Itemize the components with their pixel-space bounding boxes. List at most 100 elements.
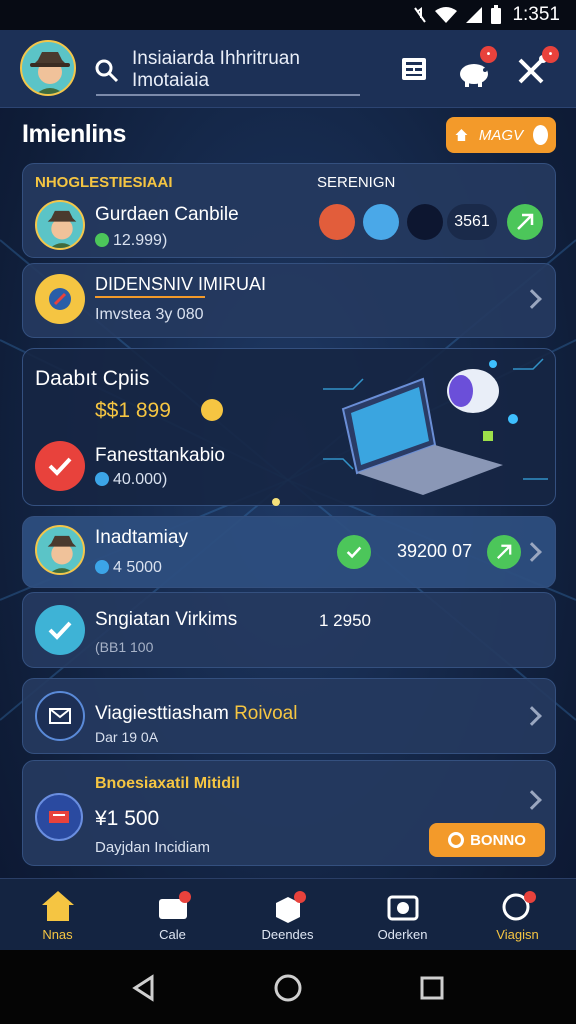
card-label: Bnoesiaxatil Mitidil: [95, 775, 240, 792]
list-item[interactable]: Inadtamiay 4 5000 39200 07: [22, 516, 556, 588]
promo-item-name: Fanesttankabio: [95, 445, 225, 466]
news-icon: [402, 58, 426, 80]
card-icon: [159, 891, 191, 919]
list-item[interactable]: Sngiatan Virkims 1 2950 (BB1 100: [22, 592, 556, 668]
search-input[interactable]: Insiaiarda Ihhritruan Imotaiaia: [92, 44, 362, 96]
promo-item-amount: 40.000): [113, 471, 168, 488]
coin-icon: [95, 472, 109, 486]
promo-title: Daabıt Cpiis: [35, 367, 150, 390]
bonus-icon: [448, 832, 465, 848]
app-header: Insiaiarda Ihhritruan Imotaiaia • •: [0, 30, 576, 108]
title-underline: [95, 296, 205, 298]
bonus-button[interactable]: BONNO: [429, 823, 545, 857]
carousel-dot[interactable]: [272, 498, 280, 506]
section-title: Imienlins: [22, 120, 126, 148]
home-icon: [42, 891, 74, 921]
search-text-line2: Imotaiaia: [132, 70, 210, 91]
list-item[interactable]: DIDENSNIV IMIRUAI Imvstea 3y 080: [22, 263, 556, 338]
nav-item-deendes[interactable]: Deendes: [230, 879, 345, 951]
card-label-right: SERENIGN: [317, 174, 396, 191]
mailbox-icon: [35, 793, 83, 841]
laptop-illustration: [323, 358, 548, 495]
user-amount: 4 5000: [113, 559, 162, 576]
bottom-nav: Nnas Cale Deendes Oderken Viagisn: [0, 878, 576, 950]
list-item[interactable]: Viagiesttiasham Roivoal Dar 19 0A: [22, 678, 556, 754]
nav-item-cale[interactable]: Cale: [115, 879, 230, 951]
status-bar: 1:351: [0, 0, 576, 30]
nav-label: Viagisn: [496, 927, 539, 942]
card-label-left: NHOGLESTIESIAAI: [35, 174, 173, 191]
new-button-label: MAGV: [478, 126, 524, 144]
count-badge: 3561: [447, 204, 497, 240]
bonus-amount: ¥1 500: [95, 807, 160, 830]
chevron-right-icon: [522, 706, 542, 726]
card-subtitle: Imvstea 3y 080: [95, 306, 204, 323]
piggy-bank-button[interactable]: •: [452, 46, 497, 92]
send-icon[interactable]: [507, 204, 543, 240]
coin-icon: [201, 399, 223, 421]
chevron-right-icon: [522, 289, 542, 309]
chat-icon: [502, 891, 536, 921]
back-icon[interactable]: [130, 974, 158, 1002]
check-icon: [35, 605, 85, 655]
nav-label: Oderken: [377, 927, 428, 942]
notification-badge: •: [542, 46, 559, 63]
nav-item-home[interactable]: Nnas: [0, 879, 115, 951]
search-text-line1: Insiaiarda Ihhritruan: [132, 48, 300, 69]
compass-icon: [35, 274, 85, 324]
nav-item-oderken[interactable]: Oderken: [345, 879, 460, 951]
card-title: Viagiesttiasham: [95, 703, 229, 724]
user-name: Inadtamiay: [95, 527, 188, 548]
user-name: Gurdaen Canbile: [95, 204, 239, 225]
featured-card[interactable]: NHOGLESTIESIAAI SERENIGN Gurdaen Canbile…: [22, 163, 556, 258]
battery-icon: [491, 5, 502, 24]
wifi-icon: [435, 7, 458, 23]
signal-icon: [466, 7, 483, 23]
avatar: [35, 200, 85, 250]
recents-icon[interactable]: [420, 976, 444, 1000]
status-time: 1:351: [512, 4, 560, 25]
check-icon[interactable]: [337, 535, 371, 569]
bonus-subtitle: Dayjdan Incidiam: [95, 839, 211, 856]
user-amount: 12.999): [113, 232, 168, 249]
mail-icon: [35, 691, 85, 741]
news-button[interactable]: [392, 48, 436, 92]
coin-icon: [95, 560, 109, 574]
card-subtitle: Dar 19 0A: [95, 729, 159, 745]
bonus-card[interactable]: Bnoesiaxatil Mitidil ¥1 500 Dayjdan Inci…: [22, 760, 556, 866]
chevron-right-icon: [522, 790, 542, 810]
notification-badge: •: [480, 46, 497, 63]
mute-icon: [414, 7, 427, 23]
chevron-right-icon: [522, 542, 542, 562]
avatar: [35, 525, 85, 575]
tools-button[interactable]: •: [510, 46, 559, 92]
system-nav-bar: [0, 950, 576, 1024]
avatar[interactable]: [407, 204, 443, 240]
coin-icon: [95, 233, 109, 247]
camera-icon: [387, 895, 419, 921]
card-title: DIDENSNIV IMIRUAI: [95, 274, 267, 294]
item-name: Sngiatan Virkims: [95, 609, 238, 630]
check-icon: [35, 441, 85, 491]
item-subtitle: (BB1 100: [95, 639, 154, 655]
plus-circle-icon: [533, 125, 548, 145]
nav-label: Nnas: [42, 927, 73, 942]
home-circle-icon[interactable]: [274, 974, 302, 1002]
promo-card[interactable]: Daabıt Cpiis $$1 899 Fanesttankabio 40.0…: [22, 348, 556, 506]
game-icon[interactable]: [319, 204, 355, 240]
item-value: 39200 07: [397, 541, 473, 561]
send-icon[interactable]: [487, 535, 521, 569]
nav-item-viagisn[interactable]: Viagisn: [460, 879, 575, 951]
search-underline: [96, 94, 360, 96]
nav-label: Cale: [159, 927, 186, 942]
bonus-button-label: BONNO: [470, 831, 526, 849]
promo-amount: $$1 899: [95, 399, 171, 422]
nav-label: Deendes: [261, 927, 314, 942]
new-button[interactable]: MAGV: [446, 117, 556, 153]
item-value: 1 2950: [319, 611, 371, 630]
search-icon: [95, 59, 119, 83]
avatar[interactable]: [20, 40, 76, 96]
home-icon: [455, 129, 468, 141]
search-icon[interactable]: [363, 204, 399, 240]
card-title-highlight: Roivoal: [234, 703, 298, 724]
